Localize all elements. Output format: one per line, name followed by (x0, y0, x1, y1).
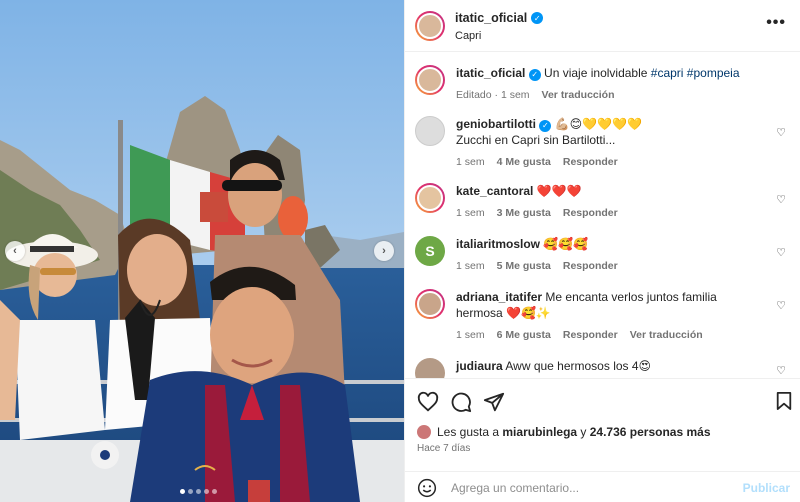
comment-time: 1 sem (456, 207, 485, 219)
chevron-right-icon: › (382, 245, 386, 257)
action-icons (417, 391, 792, 413)
comment-row: kate_cantoral ❤️❤️❤️ 1 sem 3 Me gusta Re… (415, 183, 790, 221)
chevron-left-icon: ‹ (13, 245, 17, 257)
comment-likes[interactable]: 4 Me gusta (497, 154, 551, 170)
comment-likes[interactable]: 6 Me gusta (497, 327, 551, 343)
comment-emoji: 💪🏼😊💛💛💛💛 (554, 117, 642, 131)
carousel-dot (188, 489, 193, 494)
commenter-username[interactable]: adriana_itatifer (456, 290, 542, 304)
caption-edited: Editado · 1 sem (456, 89, 530, 101)
reply-button[interactable]: Responder (563, 258, 618, 274)
comment-likes[interactable]: 3 Me gusta (497, 205, 551, 221)
commenter-username[interactable]: italiaritmoslow (456, 237, 540, 251)
commenter-username[interactable]: kate_cantoral (456, 184, 533, 198)
caption-row: itatic_oficial ✓ Un viaje inolvidable #c… (415, 65, 790, 103)
comment-input[interactable] (451, 480, 731, 495)
comment-likes[interactable]: 5 Me gusta (497, 258, 551, 274)
post-side-panel: itatic_oficial ✓ Capri ••• itatic_oficia… (404, 0, 800, 502)
liker-username[interactable]: miarubinlega (502, 425, 577, 439)
commenter-avatar[interactable]: S (415, 236, 445, 266)
comments-list: itatic_oficial ✓ Un viaje inolvidable #c… (405, 53, 800, 378)
like-comment-heart-icon[interactable]: ♡ (776, 193, 786, 206)
comment-time: 1 sem (456, 329, 485, 341)
comment-row: adriana_itatifer Me encanta verlos junto… (415, 289, 790, 343)
caption-text: Un viaje inolvidable (544, 66, 651, 80)
likes-middle: y (577, 425, 590, 439)
reply-button[interactable]: Responder (563, 205, 618, 221)
carousel-dot (196, 489, 201, 494)
comment-time: 1 sem (456, 260, 485, 272)
reply-button[interactable]: Responder (563, 327, 618, 343)
verified-badge-icon: ✓ (528, 69, 541, 81)
previous-photo-button[interactable]: ‹ (5, 241, 25, 261)
save-bookmark-icon[interactable] (775, 391, 793, 411)
post-location[interactable]: Capri (455, 30, 543, 42)
share-paper-plane-icon[interactable] (483, 391, 505, 413)
see-translation-link[interactable]: Ver traducción (542, 87, 615, 103)
comment-time: 1 sem (456, 156, 485, 168)
commenter-avatar[interactable] (415, 289, 445, 319)
carousel-dot (212, 489, 217, 494)
comment-row: S italiaritmoslow 🥰🥰🥰 1 sem 5 Me gusta R… (415, 236, 790, 274)
caption-username[interactable]: itatic_oficial (456, 66, 525, 80)
verified-badge-icon: ✓ (539, 120, 552, 132)
post-photo[interactable]: ‹ › (0, 0, 404, 502)
see-translation-link[interactable]: Ver traducción (630, 327, 703, 343)
likes-count[interactable]: 24.736 personas más (590, 425, 711, 439)
carousel-dots (180, 489, 217, 494)
photo-scene (0, 0, 404, 502)
carousel-dot (204, 489, 209, 494)
author-username[interactable]: itatic_oficial ✓ (455, 11, 544, 25)
post-header: itatic_oficial ✓ Capri ••• (405, 0, 800, 52)
comment-text: 🥰🥰🥰 (543, 237, 589, 251)
comment-composer: Publicar (405, 471, 800, 502)
comment-bubble-icon[interactable] (450, 391, 472, 413)
comment-text: Aww que hermosos los 4😍 (505, 359, 652, 373)
comment-text: Zucchi en Capri sin Bartilotti... (456, 133, 616, 147)
likes-prefix: Les gusta a (437, 425, 503, 439)
post-timestamp: Hace 7 días (417, 443, 471, 454)
commenter-username[interactable]: geniobartilotti (456, 117, 536, 131)
more-options-icon[interactable]: ••• (766, 14, 786, 32)
next-photo-button[interactable]: › (374, 241, 394, 261)
commenter-avatar[interactable] (415, 116, 445, 146)
like-comment-heart-icon[interactable]: ♡ (776, 299, 786, 312)
likes-summary: Les gusta a miarubinlega y 24.736 person… (417, 425, 711, 439)
caption-hashtags[interactable]: #capri #pompeia (651, 66, 740, 80)
author-avatar[interactable] (415, 10, 445, 41)
caption-avatar[interactable] (415, 65, 445, 95)
liker-avatar[interactable] (417, 425, 431, 439)
author-username-text[interactable]: itatic_oficial (455, 11, 527, 25)
comment-row: geniobartilotti ✓ 💪🏼😊💛💛💛💛 Zucchi en Capr… (415, 116, 790, 170)
comment-text: ❤️❤️❤️ (536, 184, 582, 198)
like-heart-icon[interactable] (417, 391, 439, 413)
verified-badge-icon: ✓ (531, 12, 544, 24)
publish-button[interactable]: Publicar (743, 481, 790, 495)
carousel-dot (180, 489, 185, 494)
like-comment-heart-icon[interactable]: ♡ (776, 126, 786, 139)
like-comment-heart-icon[interactable]: ♡ (776, 364, 786, 377)
like-comment-heart-icon[interactable]: ♡ (776, 246, 786, 259)
commenter-avatar[interactable] (415, 183, 445, 213)
comment-row: judiaura Aww que hermosos los 4😍 ♡ (415, 358, 790, 378)
post-actions-section: Les gusta a miarubinlega y 24.736 person… (405, 378, 800, 502)
reply-button[interactable]: Responder (563, 154, 618, 170)
commenter-avatar[interactable] (415, 358, 445, 378)
commenter-username[interactable]: judiaura (456, 359, 503, 373)
emoji-icon[interactable] (417, 478, 437, 498)
